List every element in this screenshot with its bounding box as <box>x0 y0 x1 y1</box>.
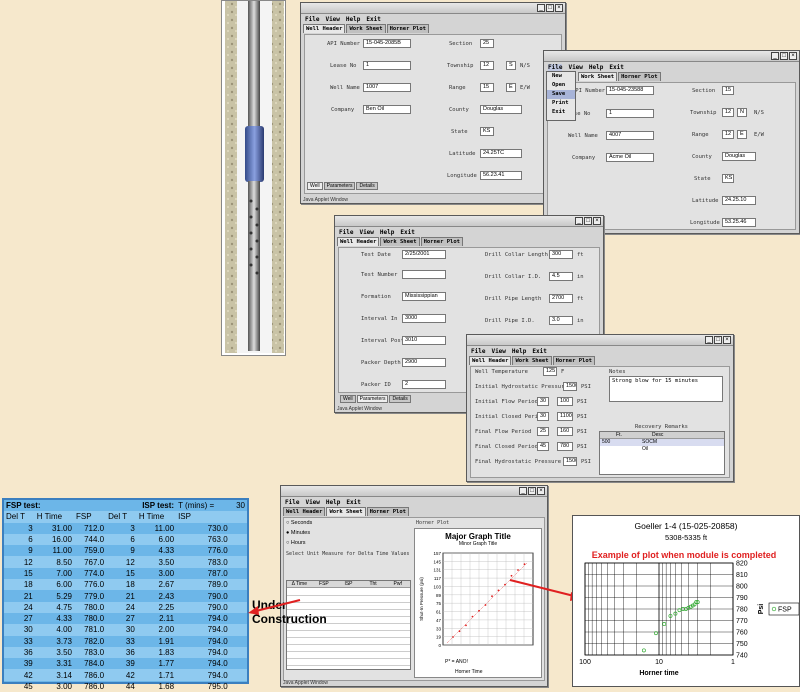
plot-ytick-label: 770 <box>736 618 748 625</box>
plot-xlabel: Horner time <box>639 670 678 677</box>
plot-ytick-label: 760 <box>736 630 748 637</box>
plot-ytick-label: 780 <box>736 607 748 614</box>
plot-xtick-label: 1 <box>731 659 735 666</box>
plot-subtitle: 5308-5335 ft <box>665 533 708 542</box>
plot-ytick-label: 810 <box>736 572 748 579</box>
plot-ytick-label: 740 <box>736 653 748 660</box>
plot-annotation: Example of plot when module is completed <box>592 550 777 560</box>
plot-ytick-label: 800 <box>736 584 748 591</box>
plot-ylabel: Psi <box>758 604 765 615</box>
example-horner-plot: Goeller 1-4 (15-025-20858) 5308-5335 ft Ex… <box>572 515 800 687</box>
plot-ytick-label: 820 <box>736 561 748 568</box>
arrow-to-plot <box>509 579 575 597</box>
plot-ytick-label: 790 <box>736 595 748 602</box>
horner-plot-svg: Goeller 1-4 (15-025-20858) 5308-5335 ft Ex… <box>579 521 800 677</box>
arrow-head-left <box>248 606 259 615</box>
plot-xtick-label: 100 <box>579 659 591 666</box>
plot-ytick-label: 750 <box>736 641 748 648</box>
legend-label: FSP <box>778 607 792 614</box>
plot-xtick-label: 10 <box>655 659 663 666</box>
plot-title: Goeller 1-4 (15-025-20858) <box>634 521 737 531</box>
arrow-to-table <box>255 599 301 612</box>
